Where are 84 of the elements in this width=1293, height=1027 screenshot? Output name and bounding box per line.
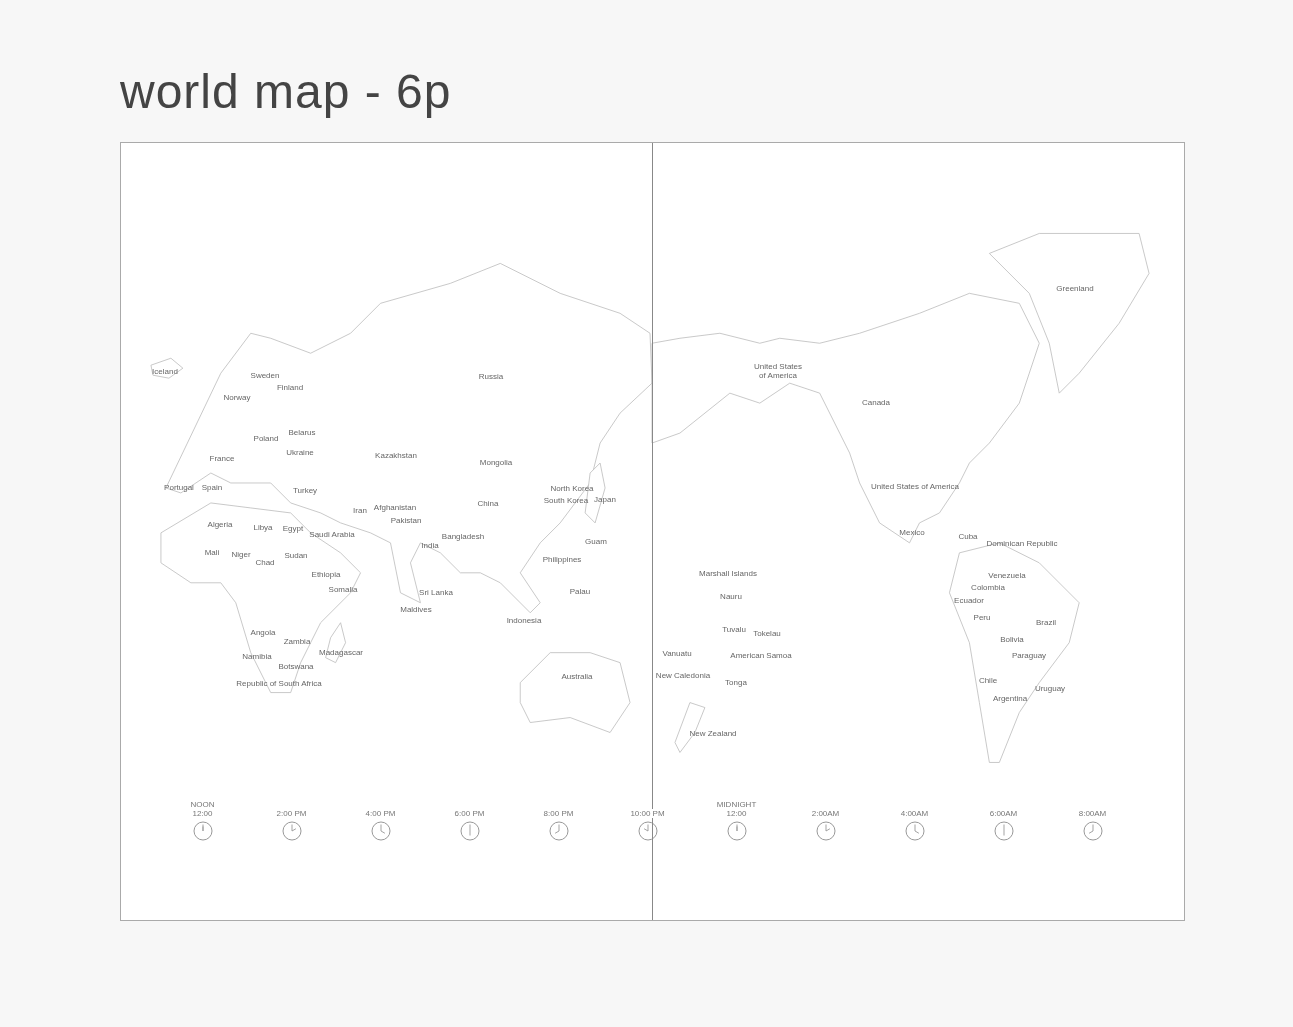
country-label: Dominican Republic xyxy=(986,538,1058,548)
country-label: Tonga xyxy=(725,677,747,687)
country-label: New Zealand xyxy=(689,728,737,738)
country-label: Pakistan xyxy=(390,515,422,525)
country-label: Philippines xyxy=(542,554,582,564)
country-label: Afghanistan xyxy=(373,502,417,512)
country-label: Ethiopia xyxy=(311,569,341,579)
country-label: South Korea xyxy=(543,495,589,505)
country-label: Saudi Arabia xyxy=(309,529,355,539)
country-label: Libya xyxy=(253,522,273,532)
country-label: Somalia xyxy=(328,584,358,594)
country-label: Turkey xyxy=(292,485,318,495)
time-label: 6:00AM xyxy=(989,809,1018,818)
country-label: Cuba xyxy=(958,531,978,541)
country-label: United States of America xyxy=(871,481,959,491)
country-label: Greenland xyxy=(1056,283,1094,293)
time-label: 4:00 PM xyxy=(365,809,396,818)
country-label: Namibia xyxy=(242,651,272,661)
country-label: United States of America xyxy=(754,362,802,380)
country-label: Canada xyxy=(862,397,890,407)
time-label: 2:00AM xyxy=(811,809,840,818)
country-label: Spain xyxy=(201,482,223,492)
country-label: Argentina xyxy=(992,693,1028,703)
country-label: Russia xyxy=(478,371,504,381)
country-label: Zambia xyxy=(283,636,311,646)
country-label: Palau xyxy=(569,586,591,596)
time-label: NOON 12:00 xyxy=(190,800,215,818)
time-label: MIDNIGHT 12:00 xyxy=(716,800,757,818)
country-label: Ukraine xyxy=(286,447,314,457)
country-label: Colombia xyxy=(971,582,1005,592)
country-label: Portugal xyxy=(164,482,194,492)
country-label: Sudan xyxy=(284,550,308,560)
country-label: Algeria xyxy=(207,519,233,529)
country-label: Sweden xyxy=(250,370,280,380)
country-label: Chad xyxy=(255,557,275,567)
country-label: Niger xyxy=(231,549,251,559)
country-label: Bangladesh xyxy=(441,531,485,541)
country-label: Mexico xyxy=(899,527,925,537)
country-label: Botswana xyxy=(278,661,314,671)
country-label: India xyxy=(421,540,439,550)
country-label: Mongolia xyxy=(479,457,513,467)
country-label: Tokelau xyxy=(753,628,781,638)
country-label: Brazil xyxy=(1036,617,1056,627)
country-label: Ecuador xyxy=(954,595,984,605)
country-label: Bolivia xyxy=(1000,634,1024,644)
country-label: Vanuatu xyxy=(662,648,692,658)
country-label: Tuvalu xyxy=(722,624,746,634)
country-label: Kazakhstan xyxy=(375,450,417,460)
time-label: 8:00 PM xyxy=(543,809,574,818)
country-label: Mali xyxy=(204,547,220,557)
country-label: Egypt xyxy=(282,523,304,533)
country-label: Republic of South Africa xyxy=(236,678,322,688)
country-label: Belarus xyxy=(288,427,316,437)
country-label: North Korea xyxy=(550,483,594,493)
country-label: Guam xyxy=(585,536,607,546)
time-label: 8:00AM xyxy=(1078,809,1107,818)
country-label: Uruguay xyxy=(1034,683,1066,693)
page-title: world map - 6p xyxy=(120,64,453,120)
country-label: Australia xyxy=(561,671,593,681)
country-label: France xyxy=(209,453,235,463)
country-label: Iran xyxy=(353,505,367,515)
country-label: Finland xyxy=(276,382,304,392)
country-label: Iceland xyxy=(152,366,178,376)
time-label: 6:00 PM xyxy=(454,809,485,818)
country-label: Madagascar xyxy=(319,647,363,657)
country-label: Peru xyxy=(973,612,991,622)
country-label: Chile xyxy=(978,675,998,685)
country-label: New Caledonia xyxy=(655,670,711,680)
country-label: Maldives xyxy=(400,604,432,614)
country-label: Angola xyxy=(250,627,276,637)
country-label: Poland xyxy=(253,433,279,443)
country-label: Paraguay xyxy=(1011,650,1047,660)
country-label: Indonesia xyxy=(506,615,542,625)
country-label: China xyxy=(477,498,499,508)
country-label: American Samoa xyxy=(730,650,792,660)
time-label: 2:00 PM xyxy=(276,809,307,818)
time-label: 4:00AM xyxy=(900,809,929,818)
country-label: Sri Lanka xyxy=(419,587,453,597)
country-label: Norway xyxy=(223,392,251,402)
country-label: Marshall Islands xyxy=(699,568,757,578)
country-label: Japan xyxy=(594,494,616,504)
country-label: Nauru xyxy=(720,591,742,601)
country-label: Venezuela xyxy=(988,570,1026,580)
time-label: 10:00 PM xyxy=(630,809,665,818)
